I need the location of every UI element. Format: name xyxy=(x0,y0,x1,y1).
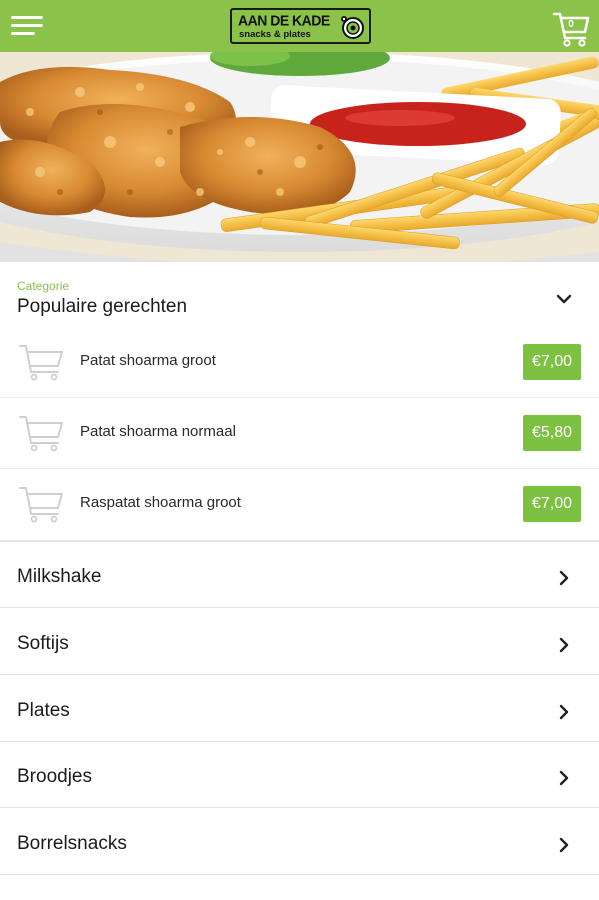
app-header: AAN DE KADE snacks & plates 0 xyxy=(0,0,599,52)
cart-count-badge: 0 xyxy=(568,19,574,30)
hero-food-image xyxy=(0,52,599,262)
product-name: Raspatat shoarma groot xyxy=(80,494,241,511)
category-caption: Categorie xyxy=(17,279,70,293)
add-to-cart-icon[interactable] xyxy=(18,413,64,453)
category-label: Broodjes xyxy=(17,766,92,787)
hamburger-menu-icon[interactable] xyxy=(11,14,43,38)
chevron-right-icon xyxy=(559,770,569,786)
product-row[interactable]: Raspatat shoarma groot €7,00 xyxy=(0,469,599,540)
product-name: Patat shoarma groot xyxy=(80,352,216,369)
logo-subtitle: snacks & plates xyxy=(239,29,311,40)
category-row-borrelsnacks[interactable]: Borrelsnacks xyxy=(0,809,599,875)
category-label: Plates xyxy=(17,700,70,721)
product-price-button[interactable]: €7,00 xyxy=(522,344,581,380)
category-row-plates[interactable]: Plates xyxy=(0,676,599,742)
product-price-button[interactable]: €7,00 xyxy=(522,486,581,522)
category-label: Milkshake xyxy=(17,566,102,587)
product-row[interactable]: Patat shoarma normaal €5,80 xyxy=(0,398,599,469)
chevron-right-icon xyxy=(559,570,569,586)
chevron-right-icon xyxy=(559,704,569,720)
category-row-milkshake[interactable]: Milkshake xyxy=(0,542,599,608)
category-header[interactable]: Categorie Populaire gerechten xyxy=(0,262,599,330)
category-label: Borrelsnacks xyxy=(17,833,127,854)
add-to-cart-icon[interactable] xyxy=(18,342,64,382)
category-row-softijs[interactable]: Softijs xyxy=(0,609,599,675)
category-label: Softijs xyxy=(17,633,69,654)
chevron-right-icon xyxy=(559,637,569,653)
product-name: Patat shoarma normaal xyxy=(80,423,236,440)
cart-button[interactable]: 0 xyxy=(552,10,590,48)
brand-logo[interactable]: AAN DE KADE snacks & plates xyxy=(230,8,371,44)
category-title: Populaire gerechten xyxy=(17,296,188,317)
add-to-cart-icon[interactable] xyxy=(18,484,64,524)
logo-mark-icon xyxy=(341,16,364,39)
product-price-button[interactable]: €5,80 xyxy=(522,415,581,451)
category-row-broodjes[interactable]: Broodjes xyxy=(0,742,599,808)
logo-title: AAN DE KADE xyxy=(238,11,330,29)
chevron-right-icon xyxy=(559,837,569,853)
product-row[interactable]: Patat shoarma groot €7,00 xyxy=(0,327,599,398)
chevron-down-icon[interactable] xyxy=(555,292,573,306)
food-photo xyxy=(0,52,599,262)
